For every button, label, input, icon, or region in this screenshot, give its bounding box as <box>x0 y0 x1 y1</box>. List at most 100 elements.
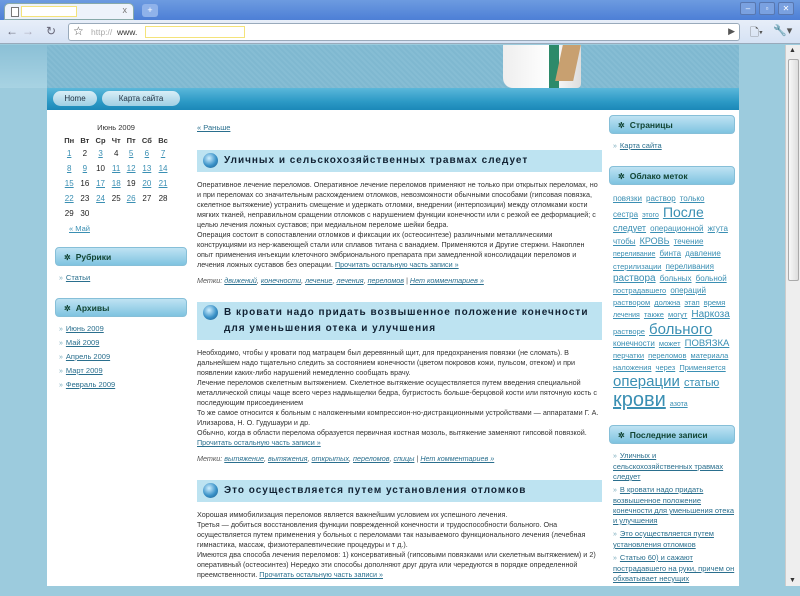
archive-item-link[interactable]: Июнь 2009 <box>66 324 104 333</box>
post-tag-link[interactable]: переломов <box>368 276 404 285</box>
tag-cloud-link[interactable]: После <box>663 204 704 220</box>
tag-cloud-link[interactable]: КРОВЬ <box>640 236 670 246</box>
calendar-day-link[interactable]: 24 <box>96 194 105 203</box>
nav-sitemap[interactable]: Карта сайта <box>102 91 180 106</box>
calendar-day-link[interactable]: 5 <box>129 149 133 158</box>
tag-cloud-link[interactable]: раствора <box>613 273 656 284</box>
calendar-day-link[interactable]: 15 <box>65 179 74 188</box>
post-tag-link[interactable]: конечности <box>261 276 301 285</box>
tag-cloud-link[interactable]: больного <box>649 321 712 338</box>
calendar-day-link[interactable]: 3 <box>98 149 102 158</box>
tag-cloud-link[interactable]: перчатки <box>613 351 644 360</box>
calendar-day-link[interactable]: 13 <box>142 164 151 173</box>
calendar-day-link[interactable]: 11 <box>112 164 120 173</box>
tag-cloud-link[interactable]: переломов <box>648 351 686 360</box>
calendar-prev-month[interactable]: « Май <box>69 224 187 233</box>
read-more-link[interactable]: Прочитать остальную часть записи » <box>197 438 321 447</box>
tag-cloud-link[interactable]: ПОВЯЗКА <box>685 338 730 349</box>
calendar-day-link[interactable]: 9 <box>83 164 87 173</box>
browser-tab[interactable]: x <box>4 3 134 20</box>
page-item-link[interactable]: Карта сайта <box>620 141 662 150</box>
wrench-menu-icon[interactable]: 🔧▾ <box>773 24 792 37</box>
tag-cloud-link[interactable]: давление <box>685 249 721 258</box>
archive-item-link[interactable]: Апрель 2009 <box>66 352 110 361</box>
calendar-day-link[interactable]: 17 <box>96 179 105 188</box>
scrollbar-thumb[interactable] <box>788 59 799 281</box>
scroll-up-icon[interactable]: ▲ <box>789 47 796 54</box>
tag-cloud-link[interactable]: бинта <box>660 249 682 258</box>
tag-cloud-link[interactable]: следует <box>613 223 646 233</box>
tag-cloud-link[interactable]: крови <box>613 389 666 411</box>
tag-cloud-link[interactable]: раствором <box>613 298 650 307</box>
tag-cloud-link[interactable]: азота <box>670 401 688 408</box>
go-icon[interactable]: ▶ <box>728 26 735 37</box>
calendar-day-link[interactable]: 18 <box>112 179 121 188</box>
recent-post-item-link[interactable]: Статью 60) и сажают пострадавшего на рук… <box>613 553 734 583</box>
tag-cloud-link[interactable]: повязки <box>613 194 642 203</box>
post-tag-link[interactable]: лечение <box>305 276 332 285</box>
post-title-text[interactable]: Это осуществляется путем установления от… <box>224 483 526 499</box>
tag-cloud-link[interactable]: этап <box>684 298 699 307</box>
post-title-text[interactable]: Уличных и сельскохозяйственных травмах с… <box>224 153 528 169</box>
scroll-down-icon[interactable]: ▼ <box>789 577 796 584</box>
calendar-day-link[interactable]: 26 <box>127 194 136 203</box>
close-window-button[interactable]: ✕ <box>778 2 794 15</box>
tag-cloud-link[interactable]: операции <box>613 373 680 390</box>
comments-link[interactable]: Нет комментариев » <box>420 454 494 463</box>
comments-link[interactable]: Нет комментариев » <box>410 276 484 285</box>
tag-cloud-link[interactable]: могут <box>668 310 687 319</box>
post-tag-link[interactable]: переломов <box>353 454 389 463</box>
reload-icon[interactable]: ↻ <box>46 23 56 39</box>
tag-cloud-link[interactable]: Наркоза <box>691 309 729 320</box>
calendar-day-link[interactable]: 22 <box>65 194 74 203</box>
tag-cloud-link[interactable]: больной <box>696 274 727 283</box>
tag-cloud-link[interactable]: операционной <box>650 224 703 233</box>
calendar-day-link[interactable]: 1 <box>67 149 71 158</box>
tag-cloud-link[interactable]: также <box>644 310 664 319</box>
older-posts-link[interactable]: « Раньше <box>197 123 602 133</box>
tag-cloud-link[interactable]: стерилизации <box>613 262 661 271</box>
tag-cloud-link[interactable]: через <box>656 363 676 372</box>
post-tag-link[interactable]: вытяжение <box>224 454 264 463</box>
tag-cloud-link[interactable]: наложения <box>613 363 651 372</box>
tag-cloud-link[interactable]: материала <box>691 351 729 360</box>
archive-item-link[interactable]: Март 2009 <box>66 366 103 375</box>
tag-cloud-link[interactable]: Применяется <box>679 363 725 372</box>
restore-button[interactable]: ▫ <box>759 2 775 15</box>
recent-post-item-link[interactable]: Уличных и сельскохозяйственных травмах с… <box>613 451 723 481</box>
tag-cloud-link[interactable]: растворе <box>613 327 645 336</box>
rubric-item-link[interactable]: Статьи <box>66 273 90 282</box>
calendar-day-link[interactable]: 8 <box>67 164 71 173</box>
calendar-day-link[interactable]: 6 <box>145 149 149 158</box>
calendar-day-link[interactable]: 20 <box>142 179 151 188</box>
recent-post-item-link[interactable]: Это осуществляется путем установления от… <box>613 529 714 549</box>
tag-cloud-link[interactable]: больных <box>660 274 692 283</box>
tag-cloud-link[interactable]: переливания <box>666 262 714 271</box>
read-more-link[interactable]: Прочитать остальную часть записи » <box>259 570 383 579</box>
tag-cloud-link[interactable]: лечения <box>613 312 640 319</box>
calendar-day-link[interactable]: 21 <box>159 179 168 188</box>
recent-post-item-link[interactable]: В кровати надо придать возвышенное полож… <box>613 485 734 525</box>
tag-cloud-link[interactable]: конечности <box>613 339 655 348</box>
tag-cloud-link[interactable]: пострадавшего <box>613 286 666 295</box>
nav-home[interactable]: Home <box>53 91 97 106</box>
read-more-link[interactable]: Прочитать остальную часть записи » <box>335 260 459 269</box>
post-tag-link[interactable]: открытых <box>312 454 350 463</box>
tag-cloud-link[interactable]: операций <box>670 286 706 295</box>
archive-item-link[interactable]: Май 2009 <box>66 338 99 347</box>
minimize-button[interactable]: – <box>740 2 756 15</box>
forward-icon[interactable]: → <box>22 23 34 39</box>
back-icon[interactable]: ← <box>6 23 18 39</box>
vertical-scrollbar[interactable]: ▲ ▼ <box>785 45 800 586</box>
post-title-text[interactable]: В кровати надо придать возвышенное полож… <box>224 305 596 337</box>
tag-cloud-link[interactable]: жгута <box>708 224 728 233</box>
tag-cloud-link[interactable]: течение <box>674 237 704 246</box>
archive-item-link[interactable]: Февраль 2009 <box>66 380 115 389</box>
bookmark-star-icon[interactable]: ☆ <box>73 24 84 38</box>
post-tag-link[interactable]: вытяжения <box>268 454 308 463</box>
post-tag-link[interactable]: движений <box>224 276 257 285</box>
calendar-day-link[interactable]: 14 <box>159 164 168 173</box>
tag-cloud-link[interactable]: может <box>659 339 681 348</box>
new-tab-button[interactable]: + <box>142 4 158 17</box>
calendar-day-link[interactable]: 12 <box>127 164 136 173</box>
